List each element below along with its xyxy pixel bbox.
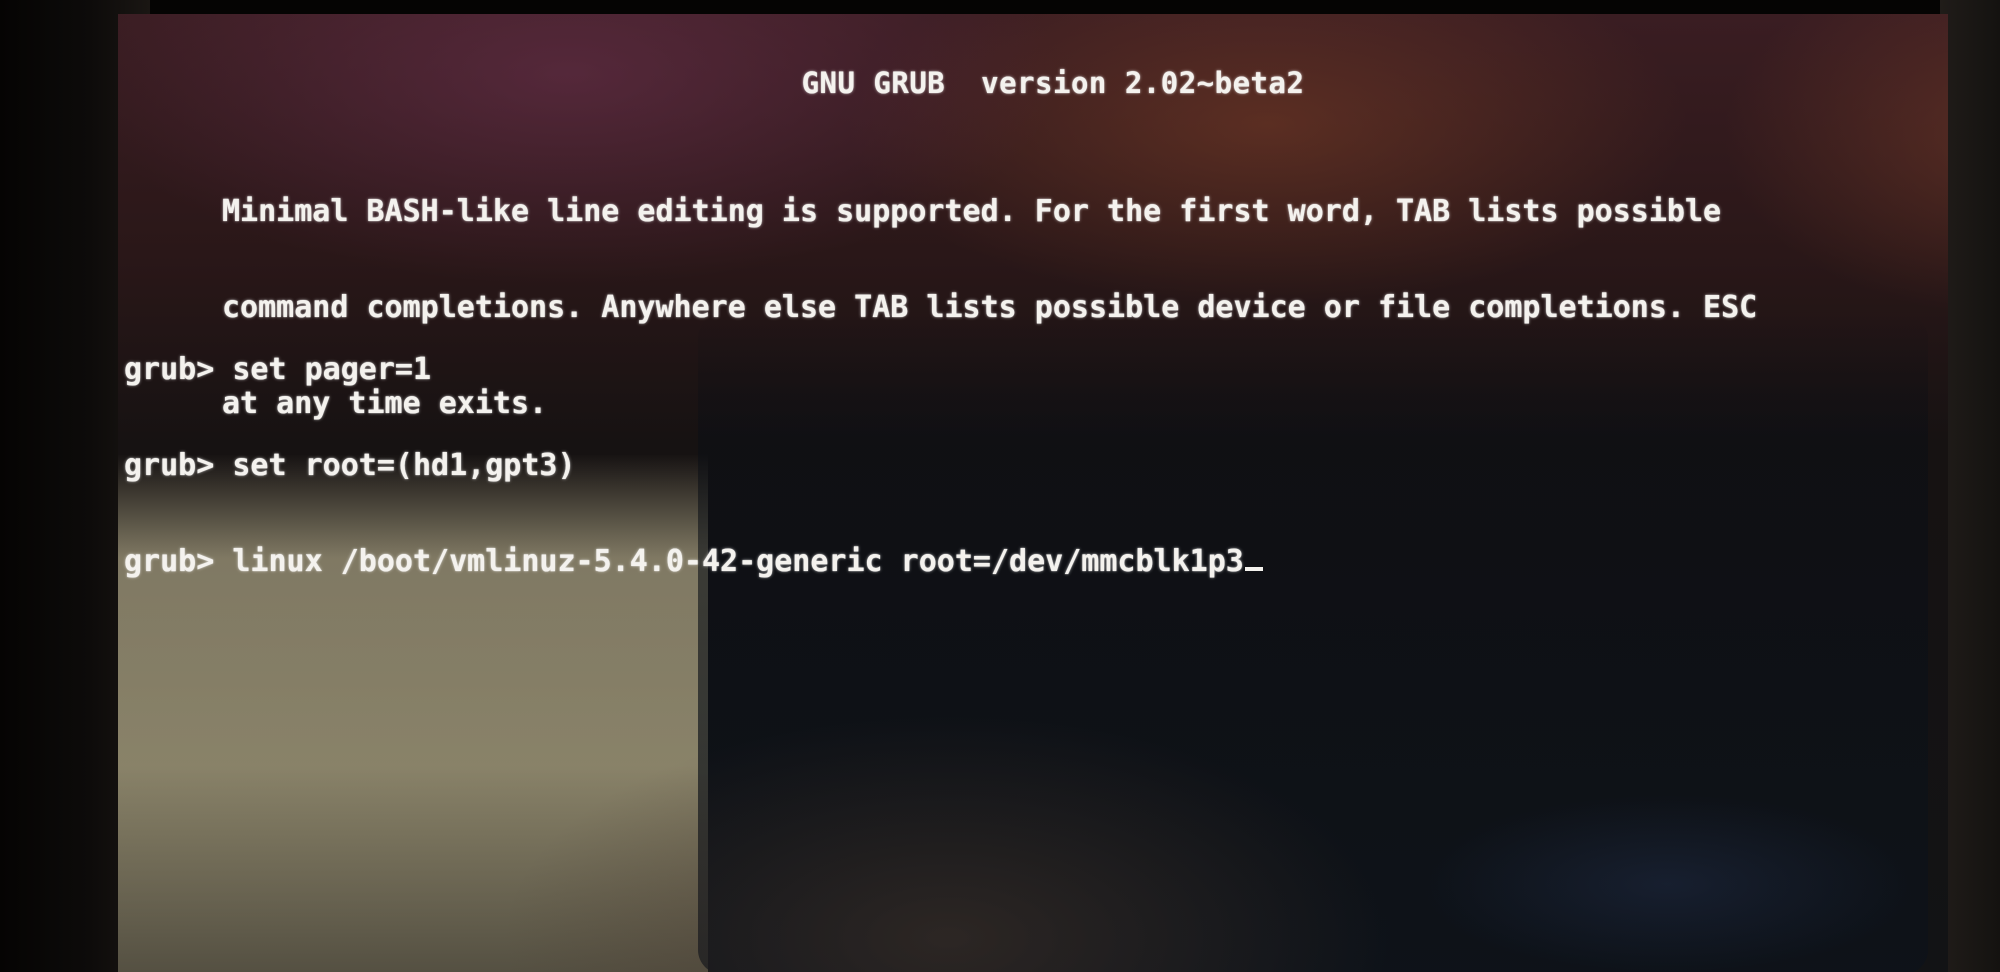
command-line: grub> set pager=1 <box>124 354 1263 386</box>
grub-console[interactable]: GNU GRUB version 2.02~beta2 Minimal BASH… <box>118 14 1948 972</box>
help-line: Minimal BASH-like line editing is suppor… <box>222 194 1722 229</box>
command-input[interactable]: linux /boot/vmlinuz-5.4.0-42-generic roo… <box>232 544 1243 579</box>
command-text: set pager=1 <box>232 352 432 387</box>
grub-prompt: grub> <box>124 544 233 579</box>
text-cursor <box>1244 567 1263 571</box>
command-text: set root=(hd1,gpt3) <box>232 448 576 483</box>
bezel-right <box>1940 0 2000 972</box>
photo-of-screen: GNU GRUB version 2.02~beta2 Minimal BASH… <box>0 0 2000 972</box>
grub-prompt: grub> <box>124 448 233 483</box>
grub-version-header: GNU GRUB version 2.02~beta2 <box>801 66 1305 100</box>
command-history: grub> set pager=1 grub> set root=(hd1,gp… <box>124 290 1263 642</box>
grub-screen: GNU GRUB version 2.02~beta2 Minimal BASH… <box>118 14 1948 972</box>
grub-prompt: grub> <box>124 352 233 387</box>
command-line: grub> set root=(hd1,gpt3) <box>124 450 1263 482</box>
command-input-line[interactable]: grub> linux /boot/vmlinuz-5.4.0-42-gener… <box>124 546 1263 578</box>
